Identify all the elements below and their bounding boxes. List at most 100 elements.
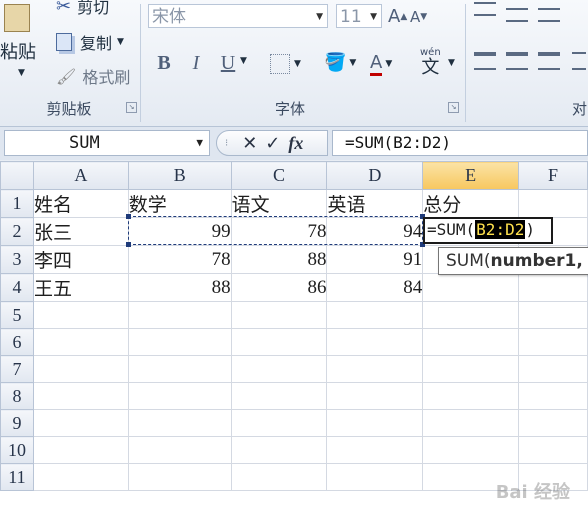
cell-C1[interactable]: 语文 [230,189,328,218]
cell-E9[interactable] [422,409,520,437]
cell-D1[interactable]: 英语 [326,189,424,218]
format-painter-button[interactable]: 🖌 格式刷 [56,64,130,88]
shrink-font-button[interactable]: A ▼ [410,8,427,26]
cell-D11[interactable] [326,463,424,491]
cell-C8[interactable] [230,382,328,410]
cell-E1[interactable]: 总分 [422,189,520,218]
cell-A8[interactable] [32,382,129,410]
align-center-button[interactable] [506,52,528,70]
grow-font-button[interactable]: A ▲ [388,6,407,27]
align-top-button[interactable] [474,2,496,16]
row-header[interactable]: 8 [0,382,34,410]
cell-C2[interactable]: 78 [230,217,328,246]
cell-F10[interactable] [518,436,588,464]
indent-button[interactable] [572,52,586,70]
cancel-icon[interactable]: ✕ [242,133,257,154]
cell-F5[interactable] [518,301,588,329]
cell-F7[interactable] [518,355,588,383]
cell-D6[interactable] [326,328,424,356]
column-header[interactable]: B [127,161,232,190]
bold-button[interactable]: B [152,50,176,76]
cell-C7[interactable] [230,355,328,383]
active-cell-editor[interactable]: =SUM(B2:D2) [423,217,553,244]
row-header[interactable]: 2 [0,217,34,246]
cell-B9[interactable] [127,409,232,437]
cell-D9[interactable] [326,409,424,437]
cell-A11[interactable] [32,463,129,491]
cell-E6[interactable] [422,328,520,356]
row-header[interactable]: 1 [0,189,34,218]
fx-icon[interactable]: fx [288,133,303,154]
cell-B4[interactable]: 88 [127,273,232,302]
cell-C4[interactable]: 86 [230,273,328,302]
column-header[interactable]: A [32,161,129,190]
cell-A2[interactable]: 张三 [32,217,129,246]
underline-button[interactable]: U [216,50,240,76]
cell-B7[interactable] [127,355,232,383]
cell-F6[interactable] [518,328,588,356]
font-color-button[interactable]: A ▼ [370,52,392,76]
column-header[interactable]: F [518,161,588,190]
row-header[interactable]: 10 [0,436,34,464]
cell-E4[interactable] [422,273,520,302]
cell-B6[interactable] [127,328,232,356]
select-all-corner[interactable] [0,161,34,190]
dialog-launcher-icon[interactable]: ↘ [448,102,459,113]
cell-D10[interactable] [326,436,424,464]
formula-input[interactable]: =SUM(B2:D2) [332,130,588,156]
cell-F4[interactable] [518,273,588,302]
paste-button[interactable]: 粘贴 ▼ [0,4,44,94]
cell-F1[interactable] [518,189,588,218]
cell-B5[interactable] [127,301,232,329]
cell-D3[interactable]: 91 [326,245,424,274]
cell-F8[interactable] [518,382,588,410]
tooltip-function[interactable]: SUM( [446,251,491,271]
cell-C11[interactable] [230,463,328,491]
cell-E10[interactable] [422,436,520,464]
cell-C6[interactable] [230,328,328,356]
phonetic-dropdown[interactable]: ▼ [448,58,455,68]
cell-A7[interactable] [32,355,129,383]
row-header[interactable]: 4 [0,273,34,302]
cut-button[interactable]: ✂ 剪切 [56,0,109,18]
cell-D8[interactable] [326,382,424,410]
column-header-selected[interactable]: E [422,161,520,190]
column-header[interactable]: D [326,161,424,190]
cell-A3[interactable]: 李四 [32,245,129,274]
align-right-button[interactable] [538,52,560,70]
font-name-combo[interactable]: 宋体 ▼ [148,4,328,28]
cell-F9[interactable] [518,409,588,437]
cell-A10[interactable] [32,436,129,464]
align-left-button[interactable] [474,52,496,70]
cell-B10[interactable] [127,436,232,464]
column-header[interactable]: C [230,161,328,190]
cell-A5[interactable] [32,301,129,329]
row-header[interactable]: 9 [0,409,34,437]
cell-C5[interactable] [230,301,328,329]
cell-B2[interactable]: 99 [127,217,232,246]
cell-D2[interactable]: 94 [326,217,424,246]
row-header[interactable]: 3 [0,245,34,274]
cell-B11[interactable] [127,463,232,491]
borders-button[interactable]: ▼ [270,54,301,74]
cell-B8[interactable] [127,382,232,410]
cell-E8[interactable] [422,382,520,410]
copy-button[interactable]: 复制 ▼ [56,30,124,54]
row-header[interactable]: 6 [0,328,34,356]
row-header[interactable]: 5 [0,301,34,329]
enter-icon[interactable]: ✓ [265,133,280,154]
cell-D7[interactable] [326,355,424,383]
italic-button[interactable]: I [184,50,208,76]
dialog-launcher-icon[interactable]: ↘ [126,102,137,113]
row-header[interactable]: 11 [0,463,34,491]
cell-B1[interactable]: 数学 [127,189,232,218]
tooltip-argument[interactable]: number1, [491,251,583,271]
cell-B3[interactable]: 78 [127,245,232,274]
cell-E7[interactable] [422,355,520,383]
row-header[interactable]: 7 [0,355,34,383]
phonetic-button[interactable]: wén 文 [420,48,441,78]
font-size-combo[interactable]: 11 ▼ [336,4,382,28]
cell-A1[interactable]: 姓名 [32,189,129,218]
align-middle-button[interactable] [506,8,528,22]
underline-dropdown[interactable]: ▼ [240,56,247,66]
